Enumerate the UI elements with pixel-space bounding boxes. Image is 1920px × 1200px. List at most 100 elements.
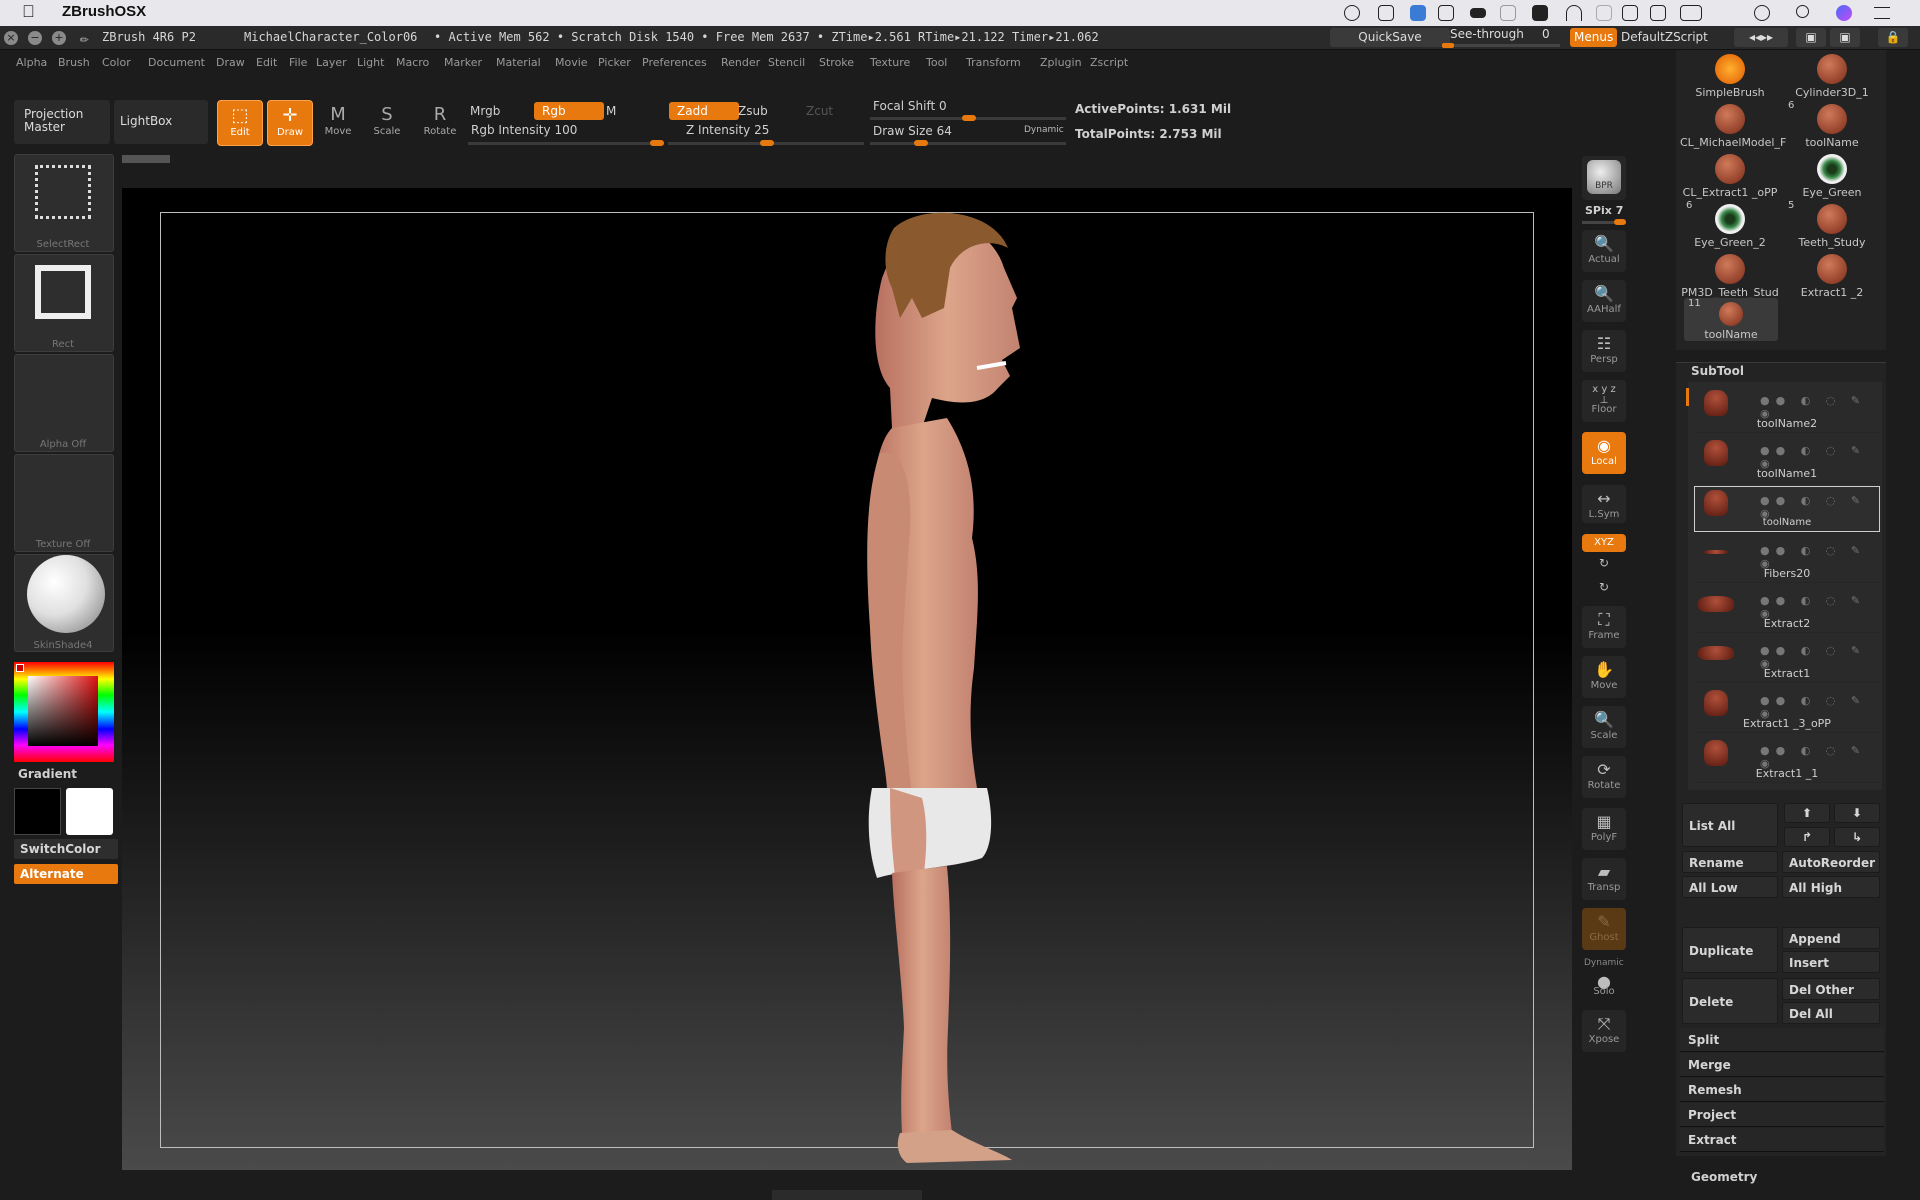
tool-item[interactable]: 6 toolName xyxy=(1782,100,1882,149)
tool-item[interactable]: Extract1 _2 xyxy=(1782,254,1882,299)
move-button[interactable]: M Move xyxy=(316,100,360,144)
remesh-section[interactable]: Remesh xyxy=(1680,1078,1884,1102)
alternate-button[interactable]: Alternate xyxy=(14,864,118,884)
menu-picker[interactable]: Picker xyxy=(598,56,631,69)
subtool-row[interactable]: ●● ◐ ◌ ✎ ◉ Extract2 xyxy=(1694,582,1880,633)
xyz-button[interactable]: XYZ xyxy=(1582,534,1626,552)
z-intensity-knob[interactable] xyxy=(760,140,774,146)
dynamic-toggle[interactable]: Dynamic xyxy=(1024,125,1064,135)
del-other-button[interactable]: Del Other xyxy=(1782,978,1880,1000)
menu-render[interactable]: Render xyxy=(721,56,760,69)
edit-button[interactable]: ⬚ Edit xyxy=(217,100,263,146)
search-icon[interactable] xyxy=(1796,5,1809,18)
rgb-button[interactable]: Rgb xyxy=(534,102,604,120)
move-to-top-icon[interactable]: ↱ xyxy=(1784,827,1830,847)
rename-button[interactable]: Rename xyxy=(1682,851,1778,873)
alpha-thumb[interactable] xyxy=(14,354,114,452)
keyboard-icon[interactable] xyxy=(1532,5,1548,21)
subtool-row-selected[interactable]: ●● ◐ ◌ ✎ ◉ toolName xyxy=(1694,482,1880,533)
delete-button[interactable]: Delete xyxy=(1682,978,1778,1024)
quicksave-button[interactable]: QuickSave xyxy=(1330,28,1450,47)
color-picker[interactable] xyxy=(14,662,114,762)
disk-icon[interactable] xyxy=(1596,5,1612,21)
menu-material[interactable]: Material xyxy=(496,56,541,69)
menu-brush[interactable]: Brush xyxy=(58,56,90,69)
switch-color-button[interactable]: SwitchColor xyxy=(14,839,118,859)
menu-texture[interactable]: Texture xyxy=(870,56,910,69)
creative-cloud-icon[interactable] xyxy=(1344,5,1360,21)
airplay-icon[interactable] xyxy=(1622,5,1638,21)
menu-tool[interactable]: Tool xyxy=(926,56,947,69)
menu-edit[interactable]: Edit xyxy=(256,56,277,69)
primary-color-swatch[interactable] xyxy=(14,788,61,835)
menu-movie[interactable]: Movie xyxy=(555,56,588,69)
subtool-row[interactable]: ●● ◐ ◌ ✎ ◉ Fibers20 xyxy=(1694,532,1880,583)
move-up-arrow-icon[interactable]: ⬆ xyxy=(1784,803,1830,823)
local-button[interactable]: ◉ Local xyxy=(1582,432,1626,474)
rgb-intensity-slider[interactable] xyxy=(468,140,664,146)
battery-icon[interactable] xyxy=(1680,5,1702,21)
menu-marker[interactable]: Marker xyxy=(444,56,482,69)
menu-preferences[interactable]: Preferences xyxy=(642,56,707,69)
menu-draw[interactable]: Draw xyxy=(216,56,245,69)
tool-item[interactable]: 6 Eye_Green_2 xyxy=(1680,200,1780,249)
ghost-button[interactable]: ✎ Ghost xyxy=(1582,908,1626,950)
rotate-y-icon[interactable]: ↻ xyxy=(1582,556,1626,576)
window-layout2-icon[interactable]: ▣ xyxy=(1830,28,1860,47)
aahalf-button[interactable]: 🔍 AAHalf xyxy=(1582,280,1626,322)
menu-color[interactable]: Color xyxy=(102,56,131,69)
bpr-button[interactable]: BPR xyxy=(1582,156,1626,200)
menu-layer[interactable]: Layer xyxy=(316,56,347,69)
screen-icon[interactable] xyxy=(1438,5,1454,21)
projection-master-button[interactable]: Projection Master xyxy=(14,100,110,144)
frame-button[interactable]: ⛶ Frame xyxy=(1582,606,1626,648)
menu-alpha[interactable]: Alpha xyxy=(16,56,47,69)
secondary-color-swatch[interactable] xyxy=(66,788,113,835)
default-zscript-label[interactable]: DefaultZScript xyxy=(1621,30,1708,44)
tool-item[interactable]: Eye_Green xyxy=(1782,154,1882,199)
move-view-button[interactable]: ✋ Move xyxy=(1582,656,1626,698)
rect-thumb[interactable] xyxy=(14,254,114,352)
apple-menu-icon[interactable]:  xyxy=(22,2,35,22)
del-all-button[interactable]: Del All xyxy=(1782,1002,1880,1024)
menu-stencil[interactable]: Stencil xyxy=(768,56,805,69)
insert-button[interactable]: Insert xyxy=(1782,951,1880,973)
checklist-icon[interactable] xyxy=(1378,5,1394,21)
persp-button[interactable]: ☷ Persp xyxy=(1582,330,1626,372)
tool-item-selected[interactable]: 11 toolName xyxy=(1684,298,1778,341)
maximize-icon[interactable]: + xyxy=(52,31,66,45)
app-menu-name[interactable]: ZBrushOSX xyxy=(62,3,146,20)
menu-light[interactable]: Light xyxy=(357,56,384,69)
scale-button[interactable]: S Scale xyxy=(365,100,409,144)
draw-button[interactable]: ✛ Draw xyxy=(267,100,313,146)
subtool-header[interactable]: SubTool xyxy=(1691,364,1744,378)
tool-item[interactable]: Cylinder3D_1 xyxy=(1782,54,1882,99)
geometry-section[interactable]: Geometry xyxy=(1691,1170,1757,1184)
tool-item[interactable]: CL_Extract1 _oPP xyxy=(1680,154,1780,199)
append-button[interactable]: Append xyxy=(1782,927,1880,949)
mrgb-button[interactable]: Mrgb xyxy=(462,102,532,120)
draw-size-knob[interactable] xyxy=(914,140,928,146)
list-all-button[interactable]: List All xyxy=(1682,803,1778,847)
menu-transform[interactable]: Transform xyxy=(966,56,1021,69)
subtool-row[interactable]: ●● ◐ ◌ ✎ ◉ Extract1 _1 xyxy=(1694,732,1880,783)
spix-control[interactable]: SPix 7 xyxy=(1585,204,1623,217)
scale-view-button[interactable]: 🔍 Scale xyxy=(1582,706,1626,748)
polyf-button[interactable]: ▦ PolyF xyxy=(1582,808,1626,850)
tool-item[interactable]: SimpleBrush xyxy=(1680,54,1780,99)
actual-button[interactable]: 🔍 Actual xyxy=(1582,230,1626,272)
menu-stroke[interactable]: Stroke xyxy=(819,56,854,69)
subtool-row[interactable]: ●● ◐ ◌ ✎ ◉ toolName1 xyxy=(1694,432,1880,483)
clock-icon[interactable] xyxy=(1754,5,1770,21)
floor-button[interactable]: x y z ⊥ Floor xyxy=(1582,380,1626,422)
zadd-button[interactable]: Zadd xyxy=(669,102,739,120)
rotate-button[interactable]: R Rotate xyxy=(418,100,462,144)
dropbox-icon[interactable] xyxy=(1410,5,1426,21)
canvas-scroll-bottom[interactable] xyxy=(772,1190,922,1200)
auto-reorder-button[interactable]: AutoReorder xyxy=(1782,851,1880,873)
tool-item[interactable]: PM3D_Teeth_Stud xyxy=(1680,254,1780,299)
project-section[interactable]: Project xyxy=(1680,1103,1884,1127)
xpose-button[interactable]: ⤧ Xpose xyxy=(1582,1010,1626,1052)
menu-zplugin[interactable]: Zplugin xyxy=(1040,56,1082,69)
move-down-arrow-icon[interactable]: ⬇ xyxy=(1834,803,1880,823)
